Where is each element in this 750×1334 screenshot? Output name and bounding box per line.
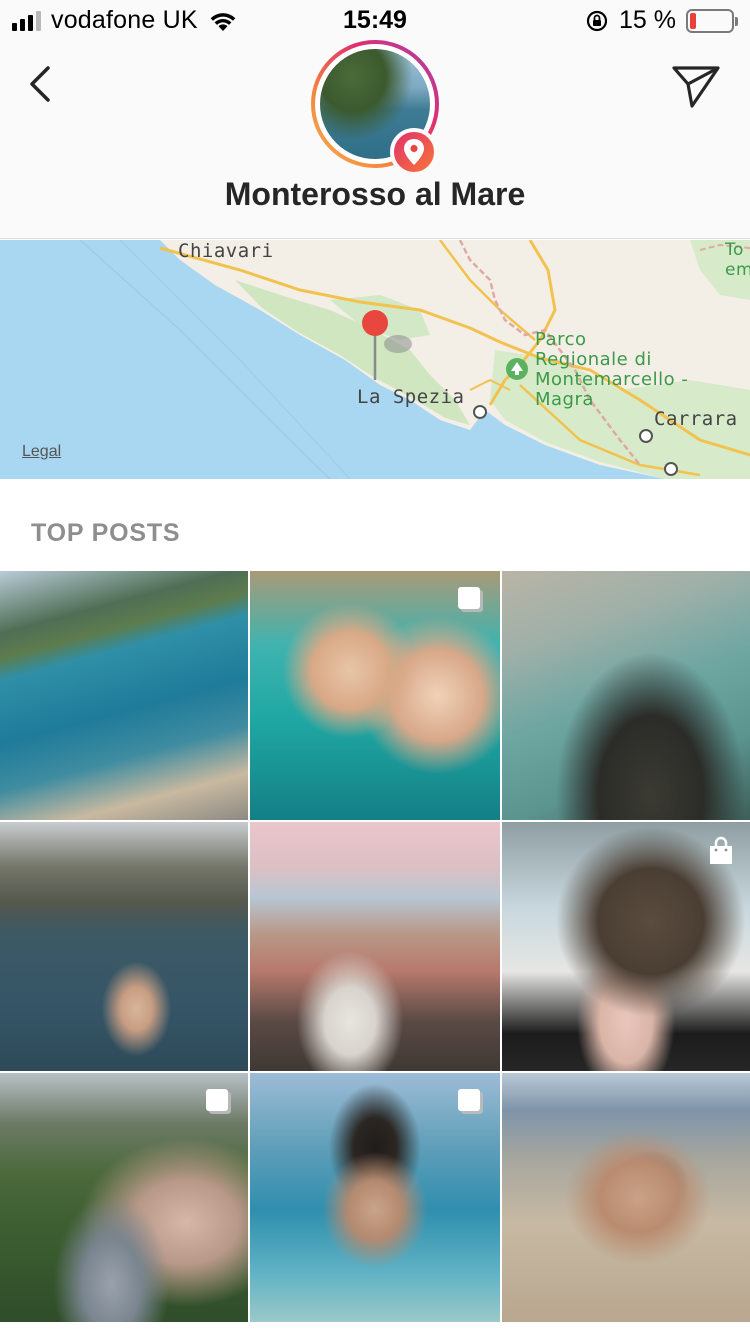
- back-button[interactable]: [22, 62, 62, 106]
- multiple-photos-icon: [458, 587, 483, 612]
- map-label-carrara: Carrara: [654, 408, 738, 430]
- status-right: 15 %: [585, 6, 738, 35]
- map-label-park: Parco Regionale di Montemarcello - Magra: [535, 329, 689, 410]
- multiple-photos-icon: [458, 1089, 483, 1114]
- map-label-corner: To em: [725, 240, 750, 280]
- status-bar: vodafone UK 15:49 15 %: [0, 0, 750, 40]
- shopping-bag-icon: [710, 836, 732, 864]
- map-label-chiavari: Chiavari: [178, 240, 274, 262]
- posts-grid: [0, 571, 750, 1334]
- location-header: Monterosso al Mare: [0, 40, 750, 239]
- post-thumbnail[interactable]: [0, 571, 248, 820]
- chevron-left-icon: [30, 66, 50, 102]
- battery-percentage: 15 %: [619, 6, 676, 34]
- post-thumbnail[interactable]: [0, 1073, 248, 1322]
- place-name: Monterosso al Mare: [224, 176, 526, 212]
- post-thumbnail[interactable]: [502, 822, 750, 1071]
- battery-icon: [686, 8, 738, 33]
- share-button[interactable]: [670, 62, 722, 110]
- post-thumbnail[interactable]: [250, 571, 500, 820]
- map-legal-link[interactable]: Legal: [22, 443, 61, 461]
- post-thumbnail[interactable]: [250, 822, 500, 1071]
- orientation-lock-icon: [586, 10, 608, 31]
- post-thumbnail[interactable]: [250, 1073, 500, 1322]
- map-label-la-spezia: La Spezia: [357, 386, 465, 408]
- post-thumbnail[interactable]: [502, 1073, 750, 1322]
- location-badge: [390, 128, 438, 176]
- multiple-photos-icon: [206, 1089, 231, 1114]
- post-thumbnail[interactable]: [0, 822, 248, 1071]
- section-title-top-posts: TOP POSTS: [31, 519, 181, 547]
- location-pin-icon: [404, 139, 424, 165]
- location-map[interactable]: Chiavari La Spezia Parco Regionale di Mo…: [0, 240, 750, 479]
- post-thumbnail[interactable]: [502, 571, 750, 820]
- battery-fill: [690, 12, 696, 29]
- paper-plane-icon: [672, 66, 720, 108]
